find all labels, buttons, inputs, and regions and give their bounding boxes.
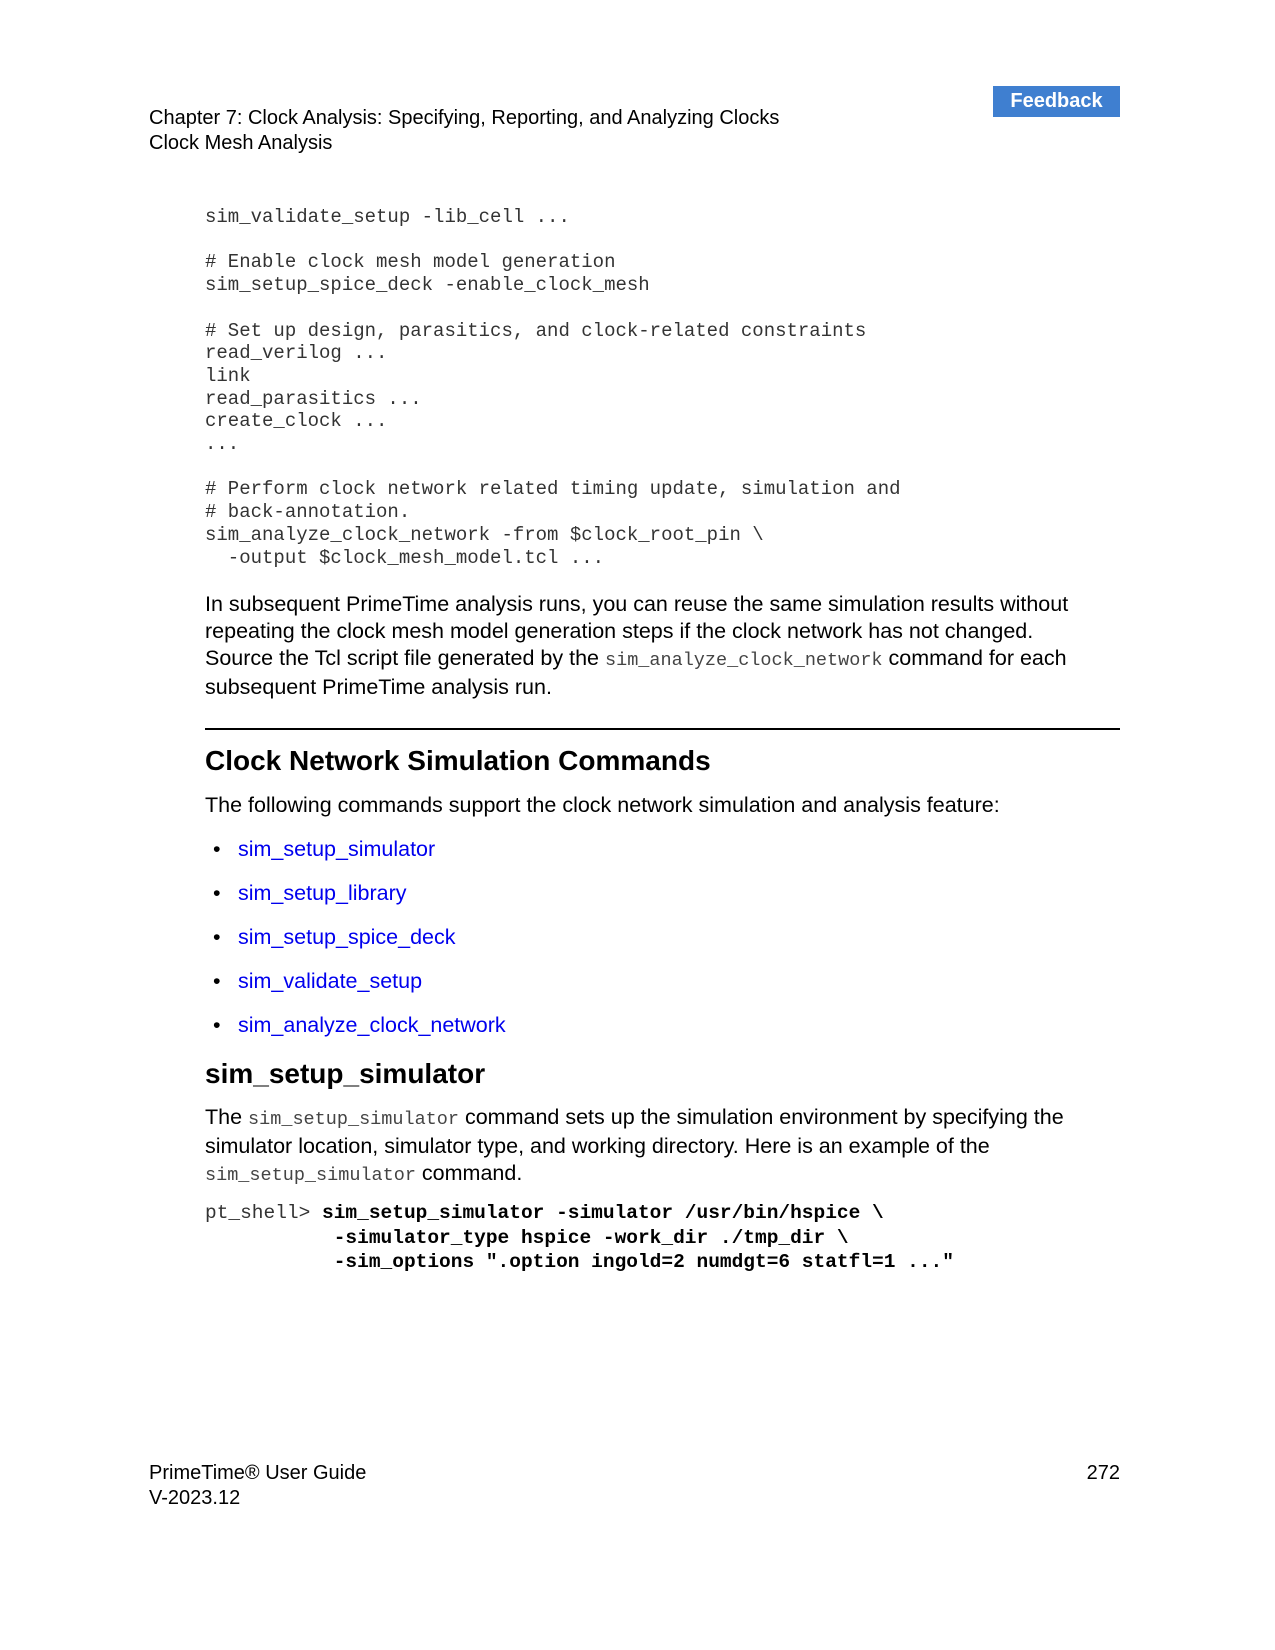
code-line: # Perform clock network related timing u… — [205, 478, 901, 501]
link-sim-setup-spice-deck[interactable]: sim_setup_spice_deck — [238, 924, 456, 968]
paragraph-text: command. — [421, 1161, 523, 1185]
inline-code: sim_setup_simulator — [205, 1165, 416, 1186]
link-sim-setup-simulator[interactable]: sim_setup_simulator — [238, 836, 435, 880]
code-block: sim_validate_setup -lib_cell ... # Enabl… — [205, 206, 901, 569]
bullet: • — [213, 925, 221, 949]
paragraph-reuse-results: In subsequent PrimeTime analysis runs, y… — [205, 591, 1085, 701]
list-item: • sim_analyze_clock_network — [205, 1012, 506, 1056]
bullet: • — [213, 1013, 221, 1037]
list-item: • sim_setup_spice_deck — [205, 924, 506, 968]
page-number: 272 — [1086, 1462, 1120, 1484]
code-line: create_clock ... — [205, 410, 388, 433]
code-line: read_verilog ... — [205, 342, 388, 365]
code-line: ... — [205, 433, 240, 456]
command-list: • sim_setup_simulator • sim_setup_library … — [205, 836, 506, 1056]
example-command-line: sim_setup_simulator -simulator /usr/bin/… — [322, 1202, 884, 1224]
code-line: # Set up design, parasitics, and clock-r… — [205, 319, 867, 342]
example-code-block: pt_shell> sim_setup_simulator -simulator… — [205, 1201, 954, 1275]
code-line: # Enable clock mesh model generation — [205, 251, 616, 274]
code-line: sim_validate_setup -lib_cell ... — [205, 206, 570, 228]
running-header: Chapter 7: Clock Analysis: Specifying, R… — [149, 106, 779, 156]
link-sim-setup-library[interactable]: sim_setup_library — [238, 880, 406, 924]
footer: PrimeTime® User Guide V-2023.12 — [149, 1461, 366, 1511]
bullet: • — [213, 837, 221, 861]
inline-code: sim_setup_simulator — [248, 1109, 459, 1130]
code-line: link — [205, 364, 251, 387]
code-line: -output $clock_mesh_model.tcl ... — [205, 546, 605, 569]
section-title: Clock Mesh Analysis — [149, 132, 333, 154]
example-command-line: -sim_options ".option ingold=2 numdgt=6 … — [333, 1251, 954, 1273]
bullet: • — [213, 881, 221, 905]
subsection-heading: sim_setup_simulator — [205, 1058, 486, 1089]
feedback-button[interactable]: Feedback — [993, 86, 1120, 117]
paragraph-sim-setup-simulator: The sim_setup_simulator command sets up … — [205, 1104, 1105, 1189]
bullet: • — [213, 969, 221, 993]
section-intro: The following commands support the clock… — [205, 793, 1000, 817]
footer-version: V-2023.12 — [149, 1487, 241, 1509]
code-line: sim_setup_spice_deck -enable_clock_mesh — [205, 274, 650, 297]
list-item: • sim_setup_simulator — [205, 836, 506, 880]
code-line: sim_analyze_clock_network -from $clock_r… — [205, 523, 764, 546]
section-heading: Clock Network Simulation Commands — [205, 745, 711, 776]
paragraph-text: The — [205, 1105, 243, 1129]
code-line: read_parasitics ... — [205, 387, 422, 410]
link-sim-analyze-clock-network[interactable]: sim_analyze_clock_network — [238, 1012, 506, 1056]
footer-product: PrimeTime® User Guide — [149, 1462, 367, 1484]
list-item: • sim_validate_setup — [205, 968, 506, 1012]
chapter-title: Chapter 7: Clock Analysis: Specifying, R… — [149, 107, 780, 129]
inline-code: sim_analyze_clock_network — [604, 650, 883, 671]
example-command-line: -simulator_type hspice -work_dir ./tmp_d… — [333, 1226, 849, 1249]
section-divider — [205, 728, 1120, 730]
shell-prompt: pt_shell> — [205, 1202, 323, 1224]
link-sim-validate-setup[interactable]: sim_validate_setup — [238, 968, 422, 1012]
code-line: # back-annotation. — [205, 501, 411, 524]
list-item: • sim_setup_library — [205, 880, 506, 924]
